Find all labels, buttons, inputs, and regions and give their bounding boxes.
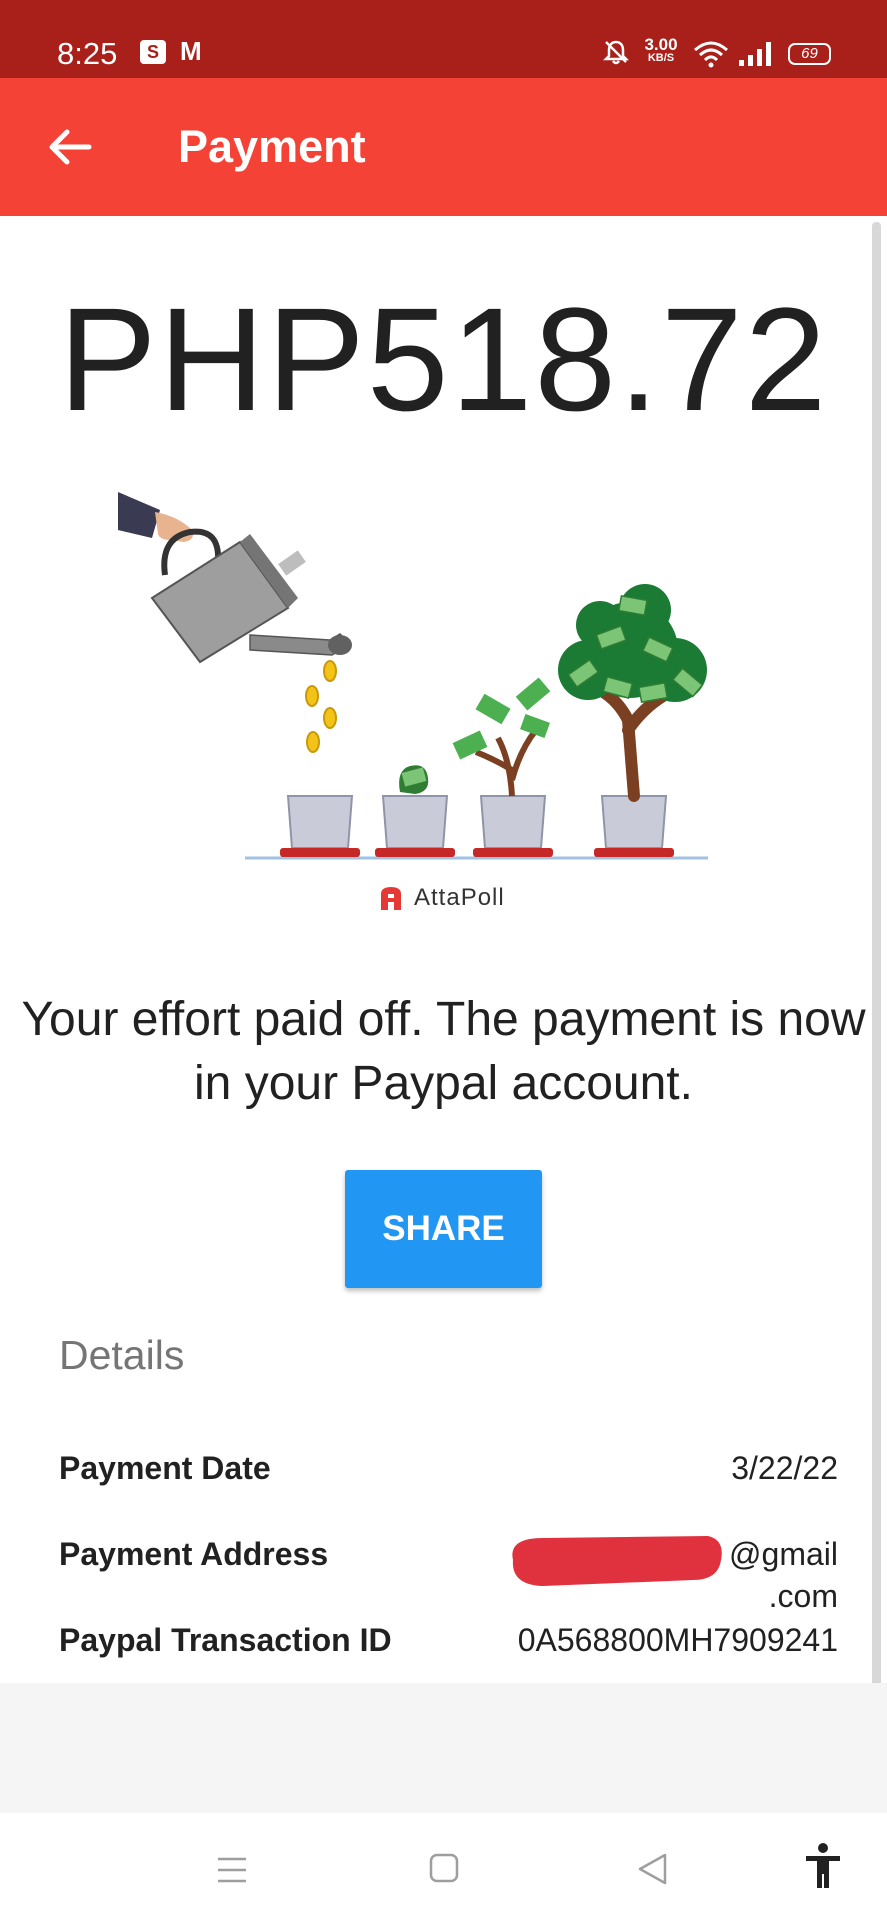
gmail-notification-icon: M bbox=[180, 36, 202, 66]
wifi-icon bbox=[694, 41, 728, 68]
battery-icon: 69 bbox=[788, 43, 831, 65]
status-time: 8:25 bbox=[57, 36, 118, 71]
content-footer bbox=[0, 1683, 887, 1813]
notification-s-icon: S bbox=[140, 40, 166, 64]
details-heading: Details bbox=[59, 1332, 185, 1378]
transaction-id-label: Paypal Transaction ID bbox=[59, 1622, 392, 1658]
money-tree-illustration bbox=[118, 492, 708, 860]
accessibility-icon[interactable] bbox=[803, 1842, 843, 1890]
payment-address-value-line2: .com bbox=[768, 1578, 838, 1614]
back-triangle-icon[interactable] bbox=[636, 1852, 668, 1886]
app-bar: Payment bbox=[0, 78, 887, 216]
bell-muted-icon bbox=[603, 40, 629, 65]
payment-address-value-line1: @gmail bbox=[729, 1536, 838, 1572]
transaction-id-value: 0A568800MH7909241 bbox=[517, 1622, 838, 1658]
payment-message: Your effort paid off. The payment is now… bbox=[21, 993, 866, 1110]
network-speed: 3.00 KB/S bbox=[638, 36, 684, 64]
menu-icon[interactable] bbox=[216, 1856, 248, 1884]
payment-date-label: Payment Date bbox=[59, 1450, 271, 1486]
attapoll-logo-icon bbox=[381, 887, 401, 910]
payment-date-value: 3/22/22 bbox=[731, 1450, 838, 1486]
status-bar: 8:25 S M 3.00 KB/S 69 bbox=[0, 0, 887, 78]
brand-name: AttaPoll bbox=[414, 884, 505, 911]
page-title: Payment bbox=[178, 121, 366, 172]
home-square-icon[interactable] bbox=[429, 1853, 459, 1883]
scrollbar[interactable] bbox=[872, 222, 881, 1810]
redaction-mark bbox=[512, 1536, 722, 1586]
payment-address-label: Payment Address bbox=[59, 1536, 329, 1572]
arrow-left-icon[interactable] bbox=[45, 122, 95, 172]
signal-icon bbox=[739, 42, 771, 66]
payment-amount: PHP518.72 bbox=[58, 278, 829, 442]
share-button[interactable]: SHARE bbox=[345, 1170, 542, 1288]
speed-unit: KB/S bbox=[647, 52, 675, 64]
speed-value: 3.00 bbox=[644, 35, 678, 54]
